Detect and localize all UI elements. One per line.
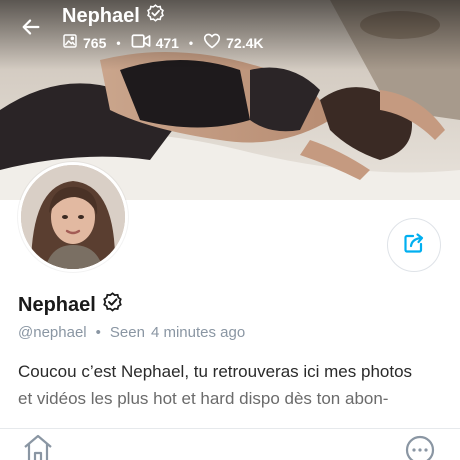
- videos-count: 471: [155, 34, 179, 51]
- header-title: Nephael: [62, 4, 140, 27]
- verified-badge-icon: [102, 292, 123, 318]
- verified-badge-icon: [146, 4, 165, 28]
- top-bar: Nephael 765 • 471 • 72.4K: [0, 0, 460, 60]
- video-icon: [131, 33, 151, 52]
- seen-label: Seen: [109, 324, 145, 341]
- profile-meta: @nephael • Seen 4 minutes ago: [18, 324, 245, 341]
- header-stats: 765 • 471 • 72.4K: [62, 33, 263, 52]
- heart-icon: [203, 33, 221, 52]
- seen-time: 4 minutes ago: [150, 324, 246, 341]
- photos-count: 765: [83, 34, 107, 51]
- profile-name: Nephael: [18, 293, 96, 316]
- likes-count: 72.4K: [226, 34, 264, 51]
- home-icon[interactable]: [22, 433, 54, 460]
- share-icon: [402, 231, 426, 260]
- stat-separator: •: [116, 35, 121, 50]
- profile-name-row: Nephael: [18, 292, 123, 318]
- profile-handle: @nephael: [18, 324, 87, 341]
- image-icon: [62, 33, 78, 52]
- profile-bio: Coucou c’est Nephael, tu retrouveras ici…: [18, 358, 448, 412]
- arrow-left-icon: [20, 16, 42, 43]
- photos-stat[interactable]: 765: [62, 33, 106, 52]
- meta-separator: •: [95, 324, 101, 341]
- videos-stat[interactable]: 471: [131, 33, 179, 52]
- bottom-nav: [0, 428, 460, 460]
- avatar[interactable]: [18, 162, 128, 272]
- bio-line: et vidéos les plus hot et hard dispo dès…: [18, 389, 389, 408]
- back-button[interactable]: [14, 12, 48, 46]
- header-title-row: Nephael: [62, 4, 165, 28]
- more-icon[interactable]: [404, 433, 436, 460]
- likes-stat[interactable]: 72.4K: [203, 33, 263, 52]
- stat-separator: •: [188, 35, 194, 50]
- share-button[interactable]: [387, 218, 441, 272]
- bio-line: Coucou c’est Nephael, tu retrouveras ici…: [18, 362, 413, 381]
